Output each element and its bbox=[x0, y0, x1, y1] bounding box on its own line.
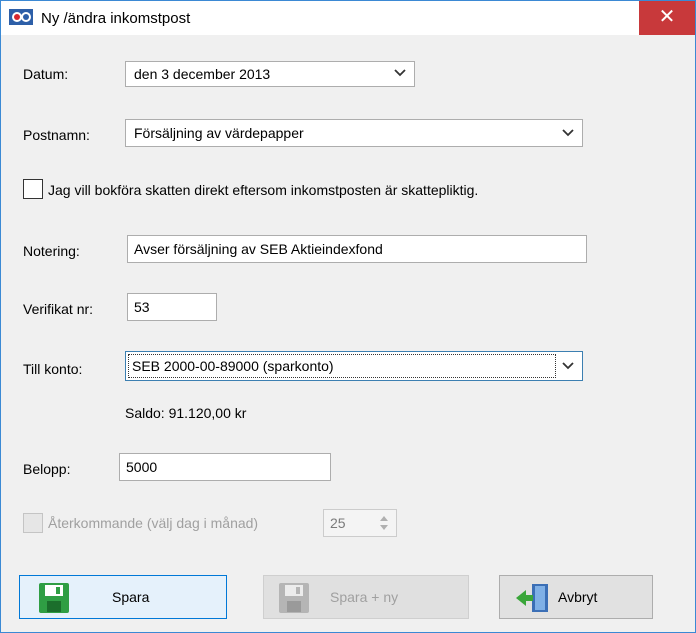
cancel-button[interactable]: Avbryt bbox=[499, 575, 653, 619]
belopp-label: Belopp: bbox=[23, 461, 71, 477]
verifikat-value: 53 bbox=[134, 299, 150, 315]
postnamn-label: Postnamn: bbox=[23, 127, 90, 143]
spin-arrows-icon bbox=[380, 516, 388, 530]
recurring-day-stepper[interactable]: 25 bbox=[323, 509, 397, 537]
notering-label: Notering: bbox=[23, 243, 80, 259]
notering-field[interactable]: Avser försäljning av SEB Aktieindexfond bbox=[127, 235, 587, 263]
app-logo-icon bbox=[9, 9, 33, 25]
tax-checkbox[interactable] bbox=[23, 179, 43, 199]
saldo-text: Saldo: 91.120,00 kr bbox=[125, 405, 247, 421]
window-title: Ny /ändra inkomstpost bbox=[41, 10, 191, 27]
chevron-down-icon bbox=[394, 69, 406, 77]
exit-door-icon bbox=[516, 584, 548, 612]
belopp-value: 5000 bbox=[126, 459, 158, 475]
floppy-disk-icon bbox=[279, 583, 309, 613]
income-entry-dialog: Ny /ändra inkomstpost ✕ Datum: den 3 dec… bbox=[0, 0, 696, 633]
datum-value: den 3 december 2013 bbox=[134, 66, 271, 82]
save-button[interactable]: Spara bbox=[19, 575, 227, 619]
belopp-field[interactable]: 5000 bbox=[119, 453, 331, 481]
till-konto-label: Till konto: bbox=[23, 361, 83, 377]
recurring-day-value: 25 bbox=[330, 515, 346, 531]
save-button-label: Spara bbox=[112, 589, 150, 605]
recurring-checkbox[interactable] bbox=[23, 513, 43, 533]
till-konto-dropdown[interactable]: SEB 2000-00-89000 (sparkonto) bbox=[125, 351, 583, 381]
chevron-down-icon bbox=[562, 362, 574, 370]
cancel-button-label: Avbryt bbox=[558, 589, 598, 605]
postnamn-dropdown[interactable]: Försäljning av värdepapper bbox=[125, 119, 583, 147]
tax-checkbox-label: Jag vill bokföra skatten direkt eftersom… bbox=[48, 182, 479, 198]
verifikat-field[interactable]: 53 bbox=[127, 293, 217, 321]
close-button[interactable]: ✕ bbox=[639, 1, 695, 35]
chevron-down-icon bbox=[562, 129, 574, 137]
floppy-disk-icon bbox=[39, 583, 69, 613]
till-konto-value: SEB 2000-00-89000 (sparkonto) bbox=[132, 358, 334, 374]
save-new-button-label: Spara + ny bbox=[330, 589, 399, 605]
save-new-button[interactable]: Spara + ny bbox=[263, 575, 469, 619]
close-icon: ✕ bbox=[658, 6, 676, 28]
notering-value: Avser försäljning av SEB Aktieindexfond bbox=[134, 241, 383, 257]
postnamn-value: Försäljning av värdepapper bbox=[134, 125, 304, 141]
title-bar: Ny /ändra inkomstpost ✕ bbox=[1, 1, 695, 35]
datum-picker[interactable]: den 3 december 2013 bbox=[125, 61, 415, 87]
datum-label: Datum: bbox=[23, 66, 69, 82]
verifikat-label: Verifikat nr: bbox=[23, 301, 94, 317]
recurring-label: Återkommande (välj dag i månad) bbox=[48, 515, 259, 531]
